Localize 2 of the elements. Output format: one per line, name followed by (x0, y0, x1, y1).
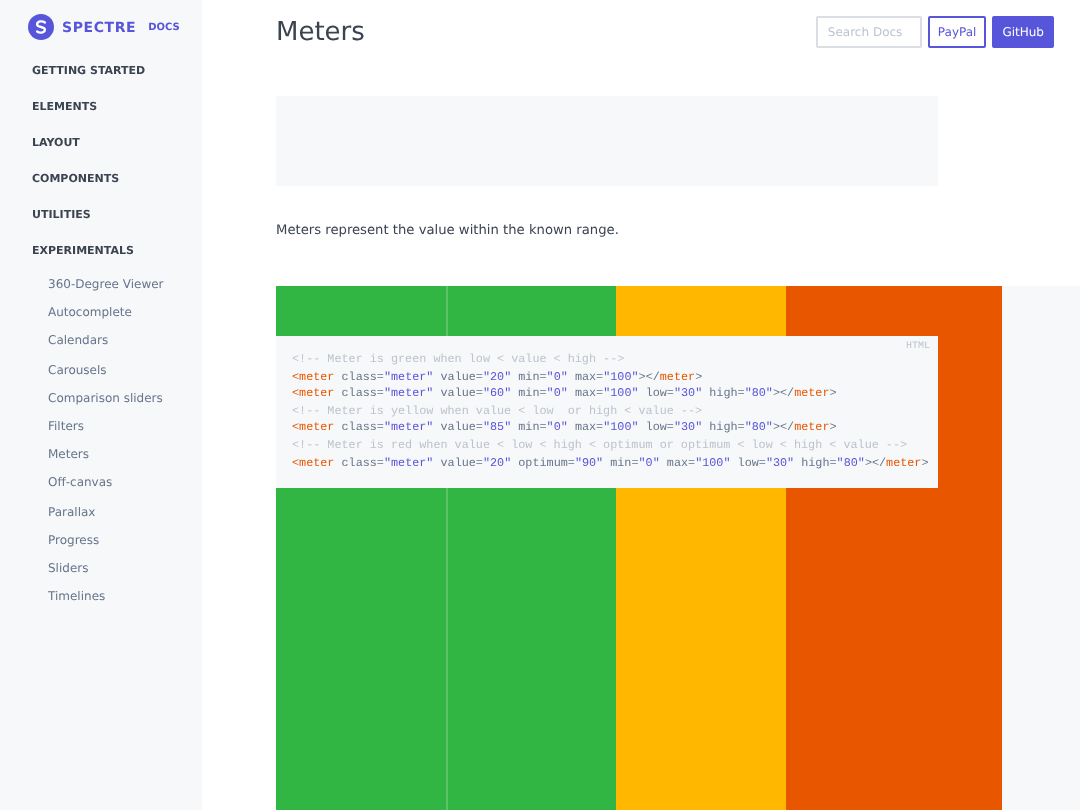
page-title: Meters (276, 17, 365, 47)
logo-icon[interactable] (28, 14, 54, 40)
